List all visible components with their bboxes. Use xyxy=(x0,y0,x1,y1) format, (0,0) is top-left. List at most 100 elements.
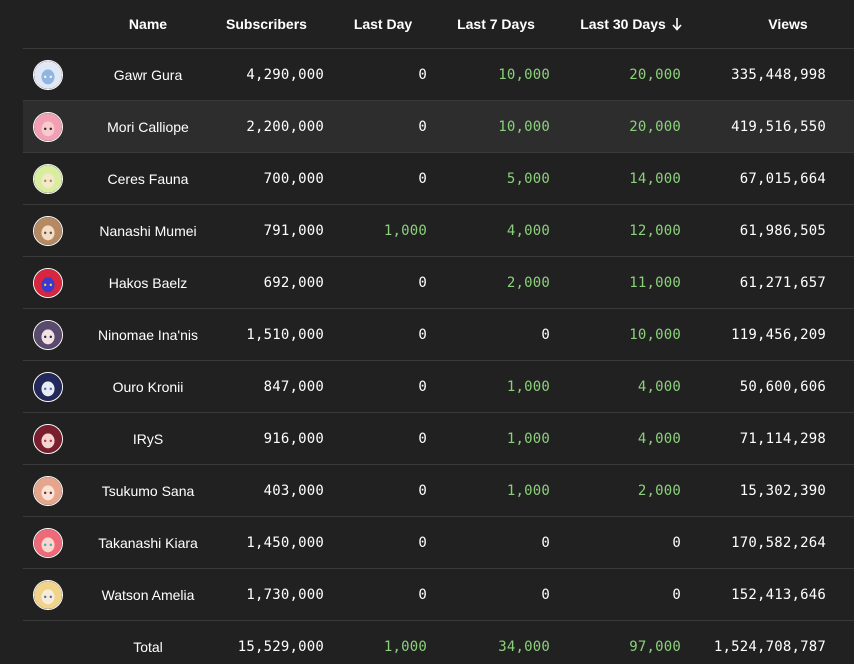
last-30-days-gain-value: 11,000 xyxy=(629,274,681,291)
views-count: 335,448,998 xyxy=(688,49,826,100)
avatar-cell xyxy=(31,569,65,620)
views-count: 119,456,209 xyxy=(688,309,826,360)
table-row[interactable]: Hakos Baelz 692,000 0 2,000 11,000 61,271,657 xyxy=(23,257,854,309)
avatar-cell xyxy=(31,49,65,100)
column-header-name[interactable]: Name xyxy=(83,0,213,48)
avatar-cell xyxy=(31,309,65,360)
avatar[interactable] xyxy=(33,59,63,90)
last-day-gain-value: 0 xyxy=(418,170,427,187)
subscribers-count: 1,730,000 xyxy=(208,569,324,620)
last-30-days-gain-value: 12,000 xyxy=(629,222,681,239)
table-row[interactable]: IRyS 916,000 0 1,000 4,000 71,114,298 xyxy=(23,413,854,465)
avatar[interactable] xyxy=(33,475,63,506)
last-day-gain-value: 1,000 xyxy=(383,222,427,239)
views-count-value: 335,448,998 xyxy=(731,66,826,83)
total-last-30-days-value: 97,000 xyxy=(629,639,681,655)
last-7-days-gain-value: 10,000 xyxy=(498,118,550,135)
avatar-cell xyxy=(31,465,65,516)
avatar-cell xyxy=(31,101,65,152)
channel-name: Tsukumo Sana xyxy=(83,465,213,516)
total-last-day: 1,000 xyxy=(333,621,427,664)
last-7-days-gain-value: 5,000 xyxy=(506,170,550,187)
channel-name: IRyS xyxy=(83,413,213,464)
channel-stats-table: Name Subscribers Last Day Last 7 Days La… xyxy=(0,0,854,664)
channel-name-value: Nanashi Mumei xyxy=(99,222,197,239)
avatar[interactable] xyxy=(33,319,63,350)
total-label-value: Total xyxy=(133,639,163,655)
views-count-value: 419,516,550 xyxy=(731,118,826,135)
last-7-days-gain: 5,000 xyxy=(443,153,550,204)
column-header-last-30-days[interactable]: Last 30 Days xyxy=(575,0,687,48)
last-day-gain: 0 xyxy=(333,49,427,100)
last-30-days-gain-value: 10,000 xyxy=(629,326,681,343)
last-30-days-gain: 20,000 xyxy=(563,49,681,100)
last-7-days-gain-value: 0 xyxy=(541,586,550,603)
last-7-days-gain-value: 0 xyxy=(541,534,550,551)
last-30-days-gain-value: 4,000 xyxy=(637,378,681,395)
subscribers-count-value: 403,000 xyxy=(263,482,324,499)
avatar-cell xyxy=(31,205,65,256)
last-7-days-gain-value: 1,000 xyxy=(506,430,550,447)
table-row[interactable]: Tsukumo Sana 403,000 0 1,000 2,000 15,302,390 xyxy=(23,465,854,517)
table-row[interactable]: Ouro Kronii 847,000 0 1,000 4,000 50,600,606 xyxy=(23,361,854,413)
last-7-days-gain-value: 2,000 xyxy=(506,274,550,291)
avatar[interactable] xyxy=(33,371,63,402)
views-count: 71,114,298 xyxy=(688,413,826,464)
last-7-days-gain: 1,000 xyxy=(443,465,550,516)
subscribers-count-value: 1,510,000 xyxy=(246,326,324,343)
channel-name: Ceres Fauna xyxy=(83,153,213,204)
avatar[interactable] xyxy=(33,215,63,246)
table-row[interactable]: Gawr Gura 4,290,000 0 10,000 20,000 335,448,9… xyxy=(23,49,854,101)
last-30-days-gain: 20,000 xyxy=(563,101,681,152)
views-count: 61,271,657 xyxy=(688,257,826,308)
column-header-views-label: Views xyxy=(768,16,808,32)
column-header-last-day[interactable]: Last Day xyxy=(345,0,421,48)
last-day-gain: 0 xyxy=(333,465,427,516)
last-30-days-gain: 4,000 xyxy=(563,413,681,464)
table-row[interactable]: Takanashi Kiara 1,450,000 0 0 0 170,582,264 xyxy=(23,517,854,569)
subscribers-count-value: 847,000 xyxy=(263,378,324,395)
total-subscribers: 15,529,000 xyxy=(208,621,324,664)
subscribers-count-value: 2,200,000 xyxy=(246,118,324,135)
views-count-value: 71,114,298 xyxy=(739,430,826,447)
table-row[interactable]: Ceres Fauna 700,000 0 5,000 14,000 67,015,664 xyxy=(23,153,854,205)
avatar[interactable] xyxy=(33,579,63,610)
avatar-cell xyxy=(31,257,65,308)
table-row[interactable]: Watson Amelia 1,730,000 0 0 0 152,413,646 xyxy=(23,569,854,621)
avatar[interactable] xyxy=(33,111,63,142)
last-30-days-gain-value: 20,000 xyxy=(629,118,681,135)
table-row[interactable]: Ninomae Ina'nis 1,510,000 0 0 10,000 119,456,… xyxy=(23,309,854,361)
subscribers-count: 847,000 xyxy=(208,361,324,412)
subscribers-count-value: 1,450,000 xyxy=(246,534,324,551)
views-count-value: 61,271,657 xyxy=(739,274,826,291)
column-header-subscribers[interactable]: Subscribers xyxy=(219,0,314,48)
table-row[interactable]: Mori Calliope 2,200,000 0 10,000 20,000 419,5… xyxy=(23,101,854,153)
last-day-gain: 0 xyxy=(333,257,427,308)
last-7-days-gain: 10,000 xyxy=(443,49,550,100)
channel-name: Ouro Kronii xyxy=(83,361,213,412)
last-7-days-gain: 0 xyxy=(443,569,550,620)
avatar[interactable] xyxy=(33,423,63,454)
last-day-gain: 0 xyxy=(333,569,427,620)
avatar[interactable] xyxy=(33,527,63,558)
last-day-gain-value: 0 xyxy=(418,326,427,343)
views-count: 50,600,606 xyxy=(688,361,826,412)
avatar-cell xyxy=(31,517,65,568)
views-count: 170,582,264 xyxy=(688,517,826,568)
avatar[interactable] xyxy=(33,163,63,194)
column-header-last-7-days[interactable]: Last 7 Days xyxy=(451,0,541,48)
avatar[interactable] xyxy=(33,267,63,298)
last-7-days-gain: 0 xyxy=(443,517,550,568)
column-header-last-7-days-label: Last 7 Days xyxy=(457,16,535,32)
last-30-days-gain: 4,000 xyxy=(563,361,681,412)
last-30-days-gain: 10,000 xyxy=(563,309,681,360)
channel-name: Gawr Gura xyxy=(83,49,213,100)
channel-name: Takanashi Kiara xyxy=(83,517,213,568)
subscribers-count: 700,000 xyxy=(208,153,324,204)
channel-name-value: Ouro Kronii xyxy=(112,378,184,395)
column-header-views[interactable]: Views xyxy=(753,0,823,48)
subscribers-count: 1,510,000 xyxy=(208,309,324,360)
last-day-gain-value: 0 xyxy=(418,586,427,603)
table-row[interactable]: Nanashi Mumei 791,000 1,000 4,000 12,000 61,9… xyxy=(23,205,854,257)
views-count-value: 170,582,264 xyxy=(731,534,826,551)
